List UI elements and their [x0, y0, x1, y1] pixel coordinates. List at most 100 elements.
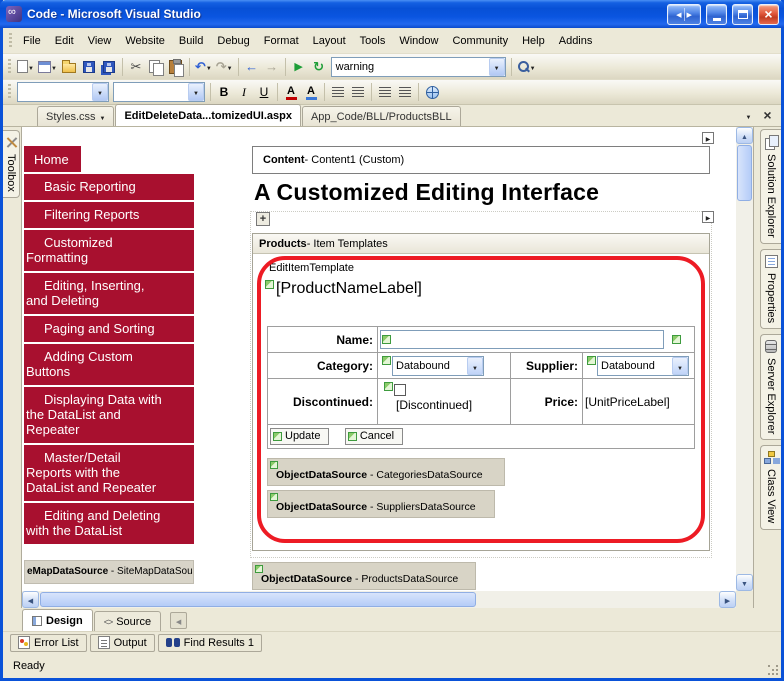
tab-editdeletedatalist-aspx[interactable]: EditDeleteData...tomizedUI.aspx [115, 104, 301, 126]
design-canvas[interactable]: Home Basic Reporting Filtering Reports C… [22, 127, 736, 591]
error-list-tab[interactable]: Error List [10, 634, 87, 652]
output-tab[interactable]: Output [90, 634, 155, 652]
update-button[interactable]: Update [270, 428, 329, 445]
redo-button[interactable] [214, 56, 235, 78]
scroll-down-button[interactable] [736, 574, 753, 591]
nav-item-adding-custom-buttons[interactable]: Adding Custom Buttons [24, 344, 194, 385]
find-in-files-button[interactable] [515, 56, 538, 78]
category-dropdown[interactable]: Databound [392, 356, 484, 376]
navigate-forward-button[interactable] [262, 56, 282, 78]
nav-item-paging-sorting[interactable]: Paging and Sorting [24, 316, 194, 342]
italic-button[interactable] [234, 81, 254, 103]
style-combobox[interactable] [17, 82, 109, 102]
menu-window[interactable]: Window [392, 32, 445, 50]
vertical-scroll-thumb[interactable] [737, 145, 752, 201]
find-combobox-dropdown[interactable] [489, 58, 505, 76]
server-explorer-tab[interactable]: Server Explorer [760, 334, 781, 440]
bold-button[interactable] [214, 81, 234, 103]
move-handle-icon[interactable] [256, 212, 270, 226]
sitemapdatasource-control[interactable]: eMapDataSource - SiteMapDataSource1 [24, 560, 194, 584]
nav-item-editing-deleting-datalist[interactable]: Editing and Deleting with the DataList [24, 503, 194, 544]
new-file-button[interactable] [15, 56, 36, 78]
bullet-list-button[interactable] [375, 81, 395, 103]
discontinued-checkbox[interactable] [394, 384, 406, 396]
solution-explorer-tab[interactable]: Solution Explorer [760, 129, 781, 244]
productname-label-control[interactable]: [ProductNameLabel] [265, 280, 422, 298]
resize-grip[interactable] [768, 665, 770, 667]
nav-item-master-detail[interactable]: Master/Detail Reports with the DataList … [24, 445, 194, 501]
validator-glyph-icon[interactable] [672, 335, 681, 344]
horizontal-scroll-thumb[interactable] [40, 592, 476, 607]
find-results-tab[interactable]: Find Results 1 [158, 634, 262, 652]
underline-button[interactable] [254, 81, 274, 103]
drag-grip[interactable] [9, 33, 12, 49]
minimize-button[interactable] [706, 4, 727, 25]
source-view-tab[interactable]: Source [94, 611, 161, 631]
scroll-up-button[interactable] [736, 127, 753, 144]
tab-list-dropdown-button[interactable] [741, 108, 756, 123]
menu-community[interactable]: Community [445, 32, 515, 50]
drag-grip[interactable] [8, 84, 11, 100]
cut-button[interactable] [126, 56, 146, 78]
smart-tag-button[interactable] [702, 211, 714, 223]
name-textbox[interactable] [380, 330, 664, 349]
nav-item-customized-formatting[interactable]: Customized Formatting [24, 230, 194, 271]
menu-addins[interactable]: Addins [552, 32, 600, 50]
close-document-button[interactable] [760, 108, 775, 123]
tab-scroll-button[interactable] [170, 612, 187, 629]
find-combobox[interactable]: warning [331, 57, 506, 77]
toolbox-tab[interactable]: Toolbox [3, 130, 20, 198]
tab-styles-css[interactable]: Styles.css [37, 106, 114, 126]
smart-tag-button[interactable] [702, 132, 714, 144]
menu-edit[interactable]: Edit [48, 32, 81, 50]
products-datasource-control[interactable]: ObjectDataSource - ProductsDataSource [252, 562, 476, 590]
menu-build[interactable]: Build [172, 32, 210, 50]
save-button[interactable] [79, 56, 99, 78]
navigate-backward-button[interactable] [242, 56, 262, 78]
dropdown-arrow-button[interactable] [672, 357, 688, 375]
dropdown-arrow-button[interactable] [467, 357, 483, 375]
hyperlink-button[interactable] [422, 81, 442, 103]
cancel-button[interactable]: Cancel [345, 428, 403, 445]
menu-file[interactable]: File [16, 32, 48, 50]
vertical-scrollbar[interactable] [736, 127, 753, 591]
add-item-button[interactable] [36, 56, 59, 78]
unitprice-label-control[interactable]: [UnitPriceLabel] [583, 379, 695, 425]
window-nav-button[interactable] [667, 4, 701, 25]
scroll-right-button[interactable] [719, 591, 736, 608]
font-color-button[interactable] [281, 81, 301, 103]
style-combobox-dropdown[interactable] [92, 83, 108, 101]
vs-logo-icon[interactable] [6, 6, 22, 22]
menu-view[interactable]: View [81, 32, 119, 50]
paste-button[interactable] [166, 56, 186, 78]
maximize-button[interactable] [732, 4, 753, 25]
menu-help[interactable]: Help [515, 32, 552, 50]
horizontal-scrollbar[interactable] [22, 591, 736, 608]
refresh-button[interactable] [309, 56, 329, 78]
save-all-button[interactable] [99, 56, 119, 78]
undo-button[interactable] [193, 56, 214, 78]
menu-debug[interactable]: Debug [210, 32, 256, 50]
close-button[interactable] [758, 4, 779, 25]
menu-tools[interactable]: Tools [353, 32, 393, 50]
font-combobox[interactable] [113, 82, 205, 102]
class-view-tab[interactable]: Class View [760, 445, 781, 529]
supplier-dropdown[interactable]: Databound [597, 356, 689, 376]
font-combobox-dropdown[interactable] [188, 83, 204, 101]
content-placeholder-header[interactable]: Content - Content1 (Custom) [252, 146, 710, 174]
scroll-left-button[interactable] [22, 591, 39, 608]
align-text-button[interactable] [328, 81, 348, 103]
datalist-header[interactable]: Products - Item Templates [253, 234, 709, 254]
nav-item-editing-inserting-deleting[interactable]: Editing, Inserting, and Deleting [24, 273, 194, 314]
numbered-list-button[interactable] [395, 81, 415, 103]
menu-website[interactable]: Website [118, 32, 172, 50]
nav-home-tab[interactable]: Home [24, 146, 81, 172]
open-file-button[interactable] [59, 56, 79, 78]
properties-tab[interactable]: Properties [760, 249, 781, 329]
categories-datasource-control[interactable]: ObjectDataSource - CategoriesDataSource [267, 458, 505, 486]
block-format-button[interactable] [348, 81, 368, 103]
nav-item-filtering-reports[interactable]: Filtering Reports [24, 202, 194, 228]
drag-grip[interactable] [8, 59, 11, 75]
nav-item-displaying-data[interactable]: Displaying Data with the DataList and Re… [24, 387, 194, 443]
copy-button[interactable] [146, 56, 166, 78]
